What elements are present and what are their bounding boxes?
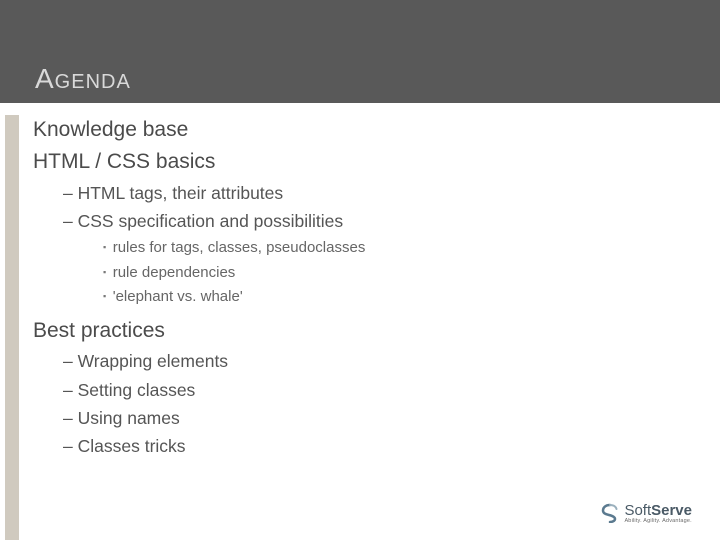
left-accent-bar: [5, 115, 19, 540]
agenda-subitem: HTML tags, their attributes: [63, 181, 673, 206]
logo-icon: [600, 503, 620, 523]
logo-tagline: Ability. Agility. Advantage.: [624, 519, 692, 525]
agenda-content: Knowledge base HTML / CSS basics HTML ta…: [33, 116, 673, 463]
logo-name: SoftServe: [624, 503, 692, 518]
agenda-item: HTML / CSS basics: [33, 148, 673, 176]
agenda-item: Best practices: [33, 317, 673, 345]
agenda-subsubitem: rule dependencies: [103, 262, 673, 285]
title-bar: Agenda: [0, 0, 720, 103]
agenda-subitem: CSS specification and possibilities: [63, 209, 673, 234]
slide: Agenda Knowledge base HTML / CSS basics …: [0, 0, 720, 540]
agenda-subitem: Wrapping elements: [63, 349, 673, 374]
agenda-subitem: Classes tricks: [63, 434, 673, 459]
agenda-subitem: Using names: [63, 406, 673, 431]
softserve-logo: SoftServe Ability. Agility. Advantage.: [600, 503, 692, 525]
slide-title: Agenda: [35, 63, 131, 95]
agenda-subsubitem: rules for tags, classes, pseudoclasses: [103, 237, 673, 260]
agenda-subsubitem: 'elephant vs. whale': [103, 286, 673, 309]
agenda-subitem: Setting classes: [63, 378, 673, 403]
agenda-item: Knowledge base: [33, 116, 673, 144]
